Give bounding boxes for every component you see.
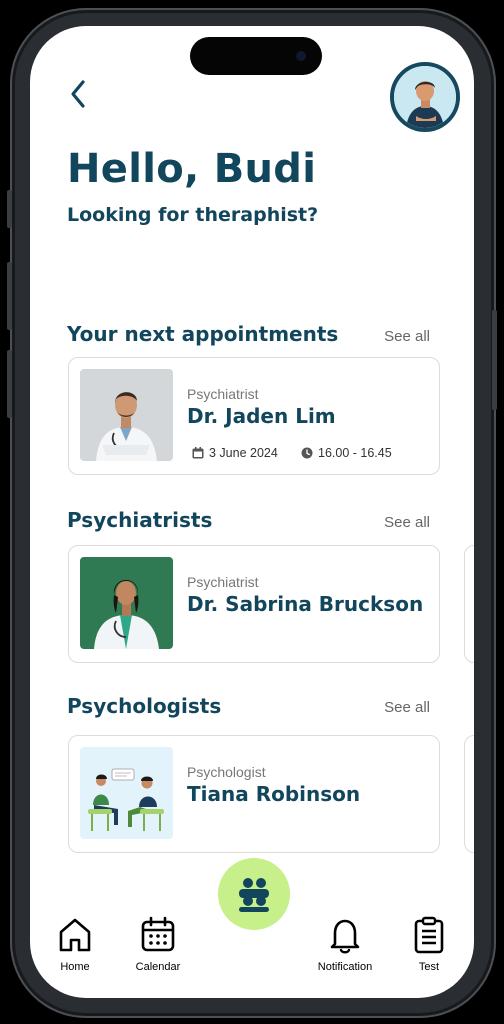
side-button-power [492, 310, 497, 410]
nav-calendar-label: Calendar [135, 961, 181, 973]
appointment-time: 16.00 - 16.45 [301, 446, 392, 460]
doctor-photo [80, 557, 173, 649]
nav-notification-label: Notification [317, 961, 373, 973]
section-title-appointments: Your next appointments [67, 322, 339, 346]
clock-icon [301, 447, 313, 459]
psychiatrist-card[interactable]: Psychiatrist Dr. Sabrina Bruckson [68, 545, 440, 663]
appointment-time-text: 16.00 - 16.45 [318, 446, 392, 460]
dynamic-island [190, 37, 322, 75]
section-title-psychologists: Psychologists [67, 694, 222, 718]
app-screen: Hello, Budi Looking for theraphist? Your… [30, 26, 474, 998]
nav-notification[interactable]: Notification [305, 916, 385, 973]
appointment-card[interactable]: Psychiatrist Dr. Jaden Lim 3 June 2024 1… [68, 357, 440, 475]
chevron-left-icon [71, 80, 85, 108]
greeting-subtitle: Looking for theraphist? [67, 204, 319, 226]
bell-icon [330, 919, 360, 954]
appointment-date: 3 June 2024 [192, 446, 278, 460]
back-button[interactable] [64, 74, 94, 114]
see-all-psychologists-link[interactable]: See all [384, 699, 430, 716]
side-button-action [7, 190, 12, 228]
calendar-icon [141, 916, 175, 952]
see-all-appointments-link[interactable]: See all [384, 328, 430, 345]
nav-test[interactable]: Test [389, 916, 469, 973]
therapy-illustration [80, 747, 173, 839]
home-icon [59, 918, 91, 952]
psychologist-name: Tiana Robinson [187, 782, 361, 806]
avatar-illustration [394, 66, 456, 128]
nav-calendar[interactable]: Calendar [118, 916, 198, 973]
psychiatrist-card-next[interactable] [464, 545, 474, 663]
see-all-psychiatrists-link[interactable]: See all [384, 514, 430, 531]
camera [296, 51, 306, 61]
section-title-psychiatrists: Psychiatrists [67, 508, 213, 532]
side-button-volume-up [7, 262, 12, 330]
doctor-photo [80, 369, 173, 461]
nav-home-label: Home [60, 961, 90, 973]
psychologist-role: Psychologist [187, 764, 266, 780]
clipboard-icon [414, 916, 444, 954]
psychologist-card[interactable]: Psychologist Tiana Robinson [68, 735, 440, 853]
greeting-title: Hello, Budi [67, 146, 317, 192]
side-button-volume-down [7, 350, 12, 418]
people-group-icon [239, 878, 269, 912]
appointment-date-text: 3 June 2024 [209, 446, 278, 460]
appointment-doctor-role: Psychiatrist [187, 386, 259, 402]
psychiatrist-role: Psychiatrist [187, 574, 259, 590]
community-fab-button[interactable] [218, 858, 290, 930]
user-avatar[interactable] [390, 62, 460, 132]
psychiatrist-name: Dr. Sabrina Bruckson [187, 592, 424, 616]
nav-home[interactable]: Home [35, 916, 115, 973]
nav-test-label: Test [418, 961, 440, 973]
appointment-doctor-name: Dr. Jaden Lim [187, 404, 336, 428]
psychologist-card-next[interactable] [464, 735, 474, 853]
calendar-icon [192, 447, 204, 459]
